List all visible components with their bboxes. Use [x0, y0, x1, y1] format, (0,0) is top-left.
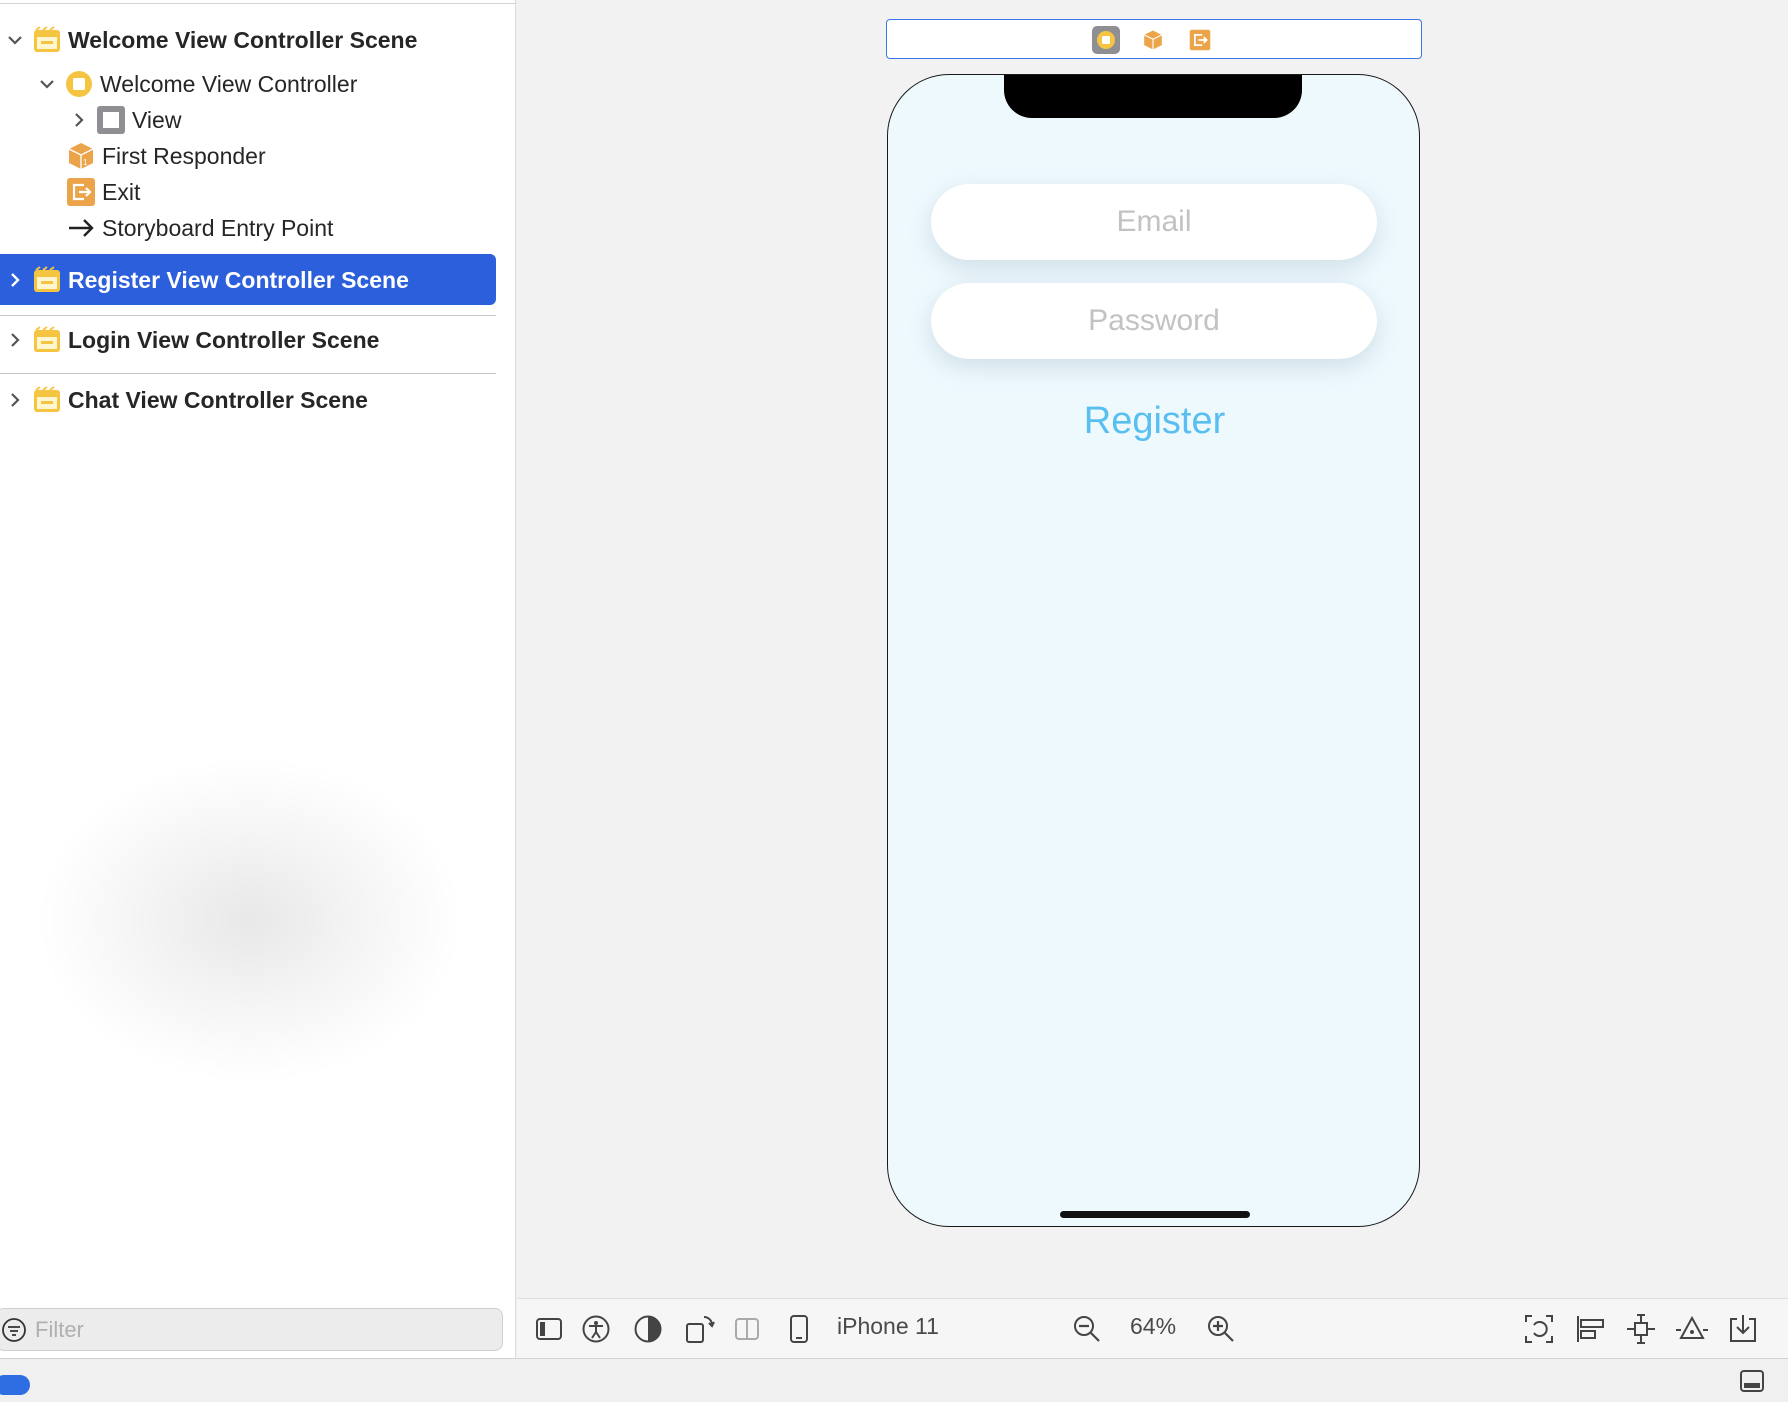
outline-item-label: View — [132, 106, 182, 133]
first-responder-icon[interactable] — [1139, 26, 1167, 54]
decorative-shadow — [40, 760, 460, 1080]
appearance-icon[interactable] — [630, 1311, 666, 1347]
add-constraints-icon[interactable] — [1623, 1311, 1659, 1347]
embed-in-icon[interactable] — [1725, 1311, 1761, 1347]
divider — [0, 3, 516, 4]
register-button[interactable]: Register — [888, 400, 1419, 443]
scene-dock[interactable] — [886, 19, 1422, 59]
outline-item-entry-point[interactable]: Storyboard Entry Point — [66, 210, 333, 246]
outline-item-chat-scene[interactable]: Chat View Controller Scene — [4, 382, 368, 418]
email-field[interactable]: Email — [931, 184, 1377, 260]
exit-icon — [66, 177, 96, 207]
document-outline: Welcome View Controller Scene Welcome Vi… — [0, 0, 516, 1358]
outline-item-label: Welcome View Controller — [100, 70, 358, 97]
split-view-icon[interactable] — [729, 1311, 765, 1347]
filter-icon — [1, 1317, 27, 1343]
divider — [0, 373, 496, 374]
outline-item-register-scene[interactable]: Register View Controller Scene — [4, 262, 409, 298]
outline-item-label: Login View Controller Scene — [68, 326, 380, 353]
chevron-down-icon[interactable] — [36, 73, 58, 95]
home-indicator — [1060, 1211, 1250, 1218]
canvas-toolbar: iPhone 11 64% — [517, 1298, 1788, 1358]
outline-item-label: Exit — [102, 178, 141, 205]
storyboard-scene-icon — [32, 265, 62, 295]
status-indicator — [0, 1375, 30, 1395]
zoom-in-icon[interactable] — [1203, 1311, 1239, 1347]
filter-input[interactable] — [35, 1316, 435, 1343]
outline-item-view[interactable]: View — [68, 102, 181, 138]
zoom-out-icon[interactable] — [1069, 1311, 1105, 1347]
chevron-right-icon[interactable] — [4, 389, 26, 411]
outline-item-exit[interactable]: Exit — [66, 174, 140, 210]
device-frame[interactable]: Email Password Register — [887, 74, 1420, 1227]
outline-item-login-scene[interactable]: Login View Controller Scene — [4, 322, 379, 358]
outline-item-label: Chat View Controller Scene — [68, 386, 368, 413]
arrow-right-icon — [66, 213, 96, 243]
exit-icon[interactable] — [1186, 26, 1214, 54]
view-controller-icon[interactable] — [1092, 26, 1120, 54]
outline-item-label: First Responder — [102, 142, 266, 169]
accessibility-icon[interactable] — [578, 1311, 614, 1347]
chevron-right-icon[interactable] — [4, 269, 26, 291]
first-responder-icon: 1 — [66, 141, 96, 171]
device-selector[interactable]: iPhone 11 — [837, 1313, 939, 1340]
view-controller-icon — [64, 69, 94, 99]
outline-item-label: Welcome View Controller Scene — [68, 26, 418, 53]
sidebar-toggle-icon[interactable] — [531, 1311, 567, 1347]
outline-filter[interactable] — [0, 1308, 503, 1351]
outline-item-first-responder[interactable]: 1 First Responder — [66, 138, 266, 174]
device-notch — [1004, 75, 1302, 118]
update-frames-icon[interactable] — [1521, 1311, 1557, 1347]
chevron-right-icon[interactable] — [4, 329, 26, 351]
chevron-down-icon[interactable] — [4, 29, 26, 51]
storyboard-scene-icon — [32, 25, 62, 55]
email-placeholder: Email — [1116, 205, 1192, 238]
resolve-issues-icon[interactable] — [1674, 1311, 1710, 1347]
password-placeholder: Password — [1088, 304, 1220, 337]
outline-item-welcome-view-controller[interactable]: Welcome View Controller — [36, 66, 357, 102]
outline-item-label: Register View Controller Scene — [68, 266, 409, 293]
storyboard-scene-icon — [32, 385, 62, 415]
zoom-level[interactable]: 64% — [1130, 1313, 1176, 1340]
device-icon[interactable] — [781, 1311, 817, 1347]
storyboard-scene-icon — [32, 325, 62, 355]
view-icon — [96, 105, 126, 135]
align-icon[interactable] — [1572, 1311, 1608, 1347]
password-field[interactable]: Password — [931, 283, 1377, 359]
chevron-right-icon[interactable] — [68, 109, 90, 131]
outline-item-welcome-scene[interactable]: Welcome View Controller Scene — [4, 22, 417, 58]
svg-text:1: 1 — [83, 158, 88, 167]
divider — [0, 315, 496, 316]
status-bar — [0, 1358, 1788, 1402]
orientation-icon[interactable] — [682, 1311, 718, 1347]
debug-area-toggle-icon[interactable] — [1738, 1367, 1766, 1395]
outline-item-label: Storyboard Entry Point — [102, 214, 334, 241]
